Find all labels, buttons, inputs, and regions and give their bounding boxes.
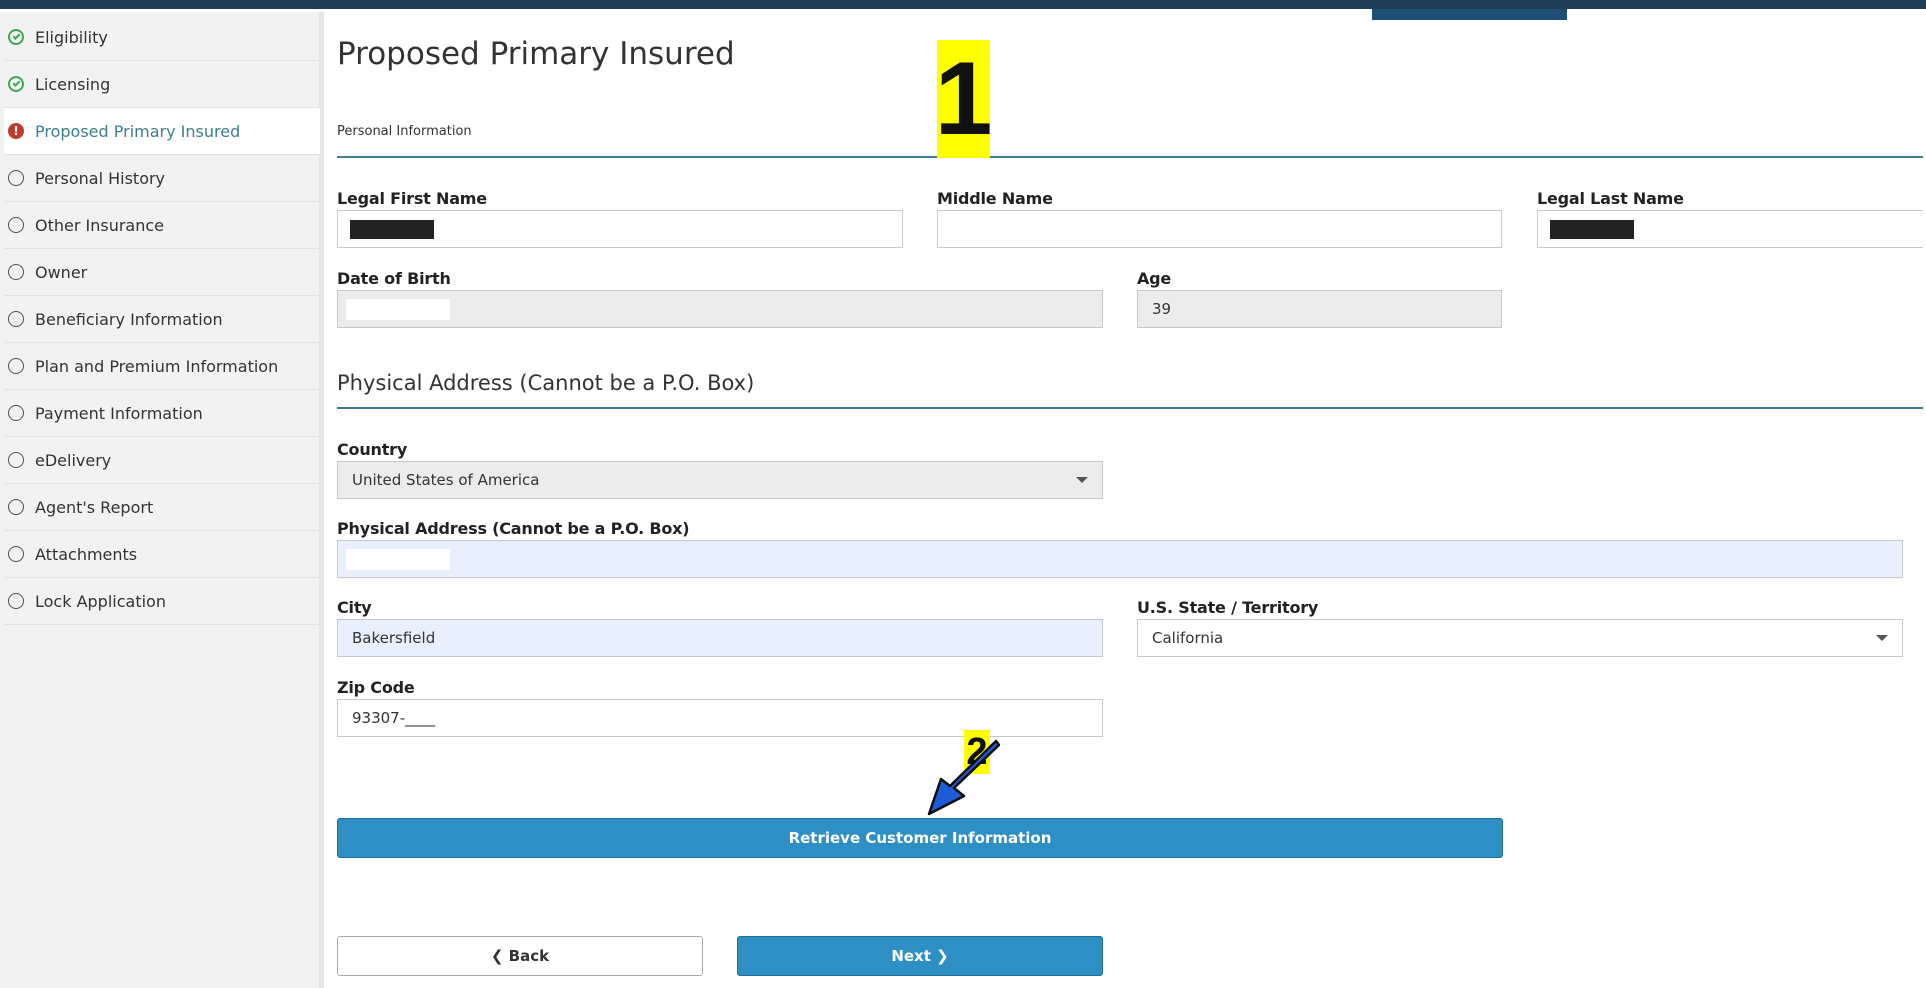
redaction-mark (346, 299, 450, 320)
sidebar-item-personal-history[interactable]: Personal History (4, 155, 320, 202)
sidebar-item-label: Agent's Report (35, 497, 154, 517)
sidebar-item-agents-report[interactable]: Agent's Report (4, 484, 320, 531)
redaction-mark (350, 220, 434, 239)
middle-name-label: Middle Name (937, 189, 1053, 208)
empty-circle-icon (8, 264, 24, 280)
sidebar-item-lock-application[interactable]: Lock Application (4, 578, 320, 625)
empty-circle-icon (8, 311, 24, 327)
sidebar-item-edelivery[interactable]: eDelivery (4, 437, 320, 484)
sidebar-item-licensing[interactable]: Licensing (4, 61, 320, 108)
dob-input (337, 290, 1103, 328)
caret-down-icon (1076, 477, 1088, 483)
country-label: Country (337, 440, 408, 459)
city-label: City (337, 598, 372, 617)
sidebar-item-label: Attachments (35, 544, 138, 564)
country-selected-value: United States of America (352, 471, 540, 489)
section-subtitle: Personal Information (337, 124, 472, 139)
sidebar-item-other-insurance[interactable]: Other Insurance (4, 202, 320, 249)
sidebar: Eligibility Licensing ! Proposed Primary… (0, 12, 324, 988)
sidebar-item-payment-information[interactable]: Payment Information (4, 390, 320, 437)
empty-circle-icon (8, 546, 24, 562)
top-bar (0, 0, 1926, 20)
sidebar-item-label: Plan and Premium Information (35, 356, 279, 376)
street-address-label: Physical Address (Cannot be a P.O. Box) (337, 519, 690, 538)
sidebar-item-label: Proposed Primary Insured (35, 121, 241, 141)
age-label: Age (1137, 269, 1172, 288)
sidebar-item-label: Personal History (35, 168, 166, 188)
last-name-label: Legal Last Name (1537, 189, 1684, 208)
sidebar-item-label: Beneficiary Information (35, 309, 223, 329)
first-name-label: Legal First Name (337, 189, 487, 208)
sidebar-item-attachments[interactable]: Attachments (4, 531, 320, 578)
sidebar-item-proposed-primary-insured[interactable]: ! Proposed Primary Insured (4, 108, 320, 155)
state-label: U.S. State / Territory (1137, 598, 1319, 617)
dob-label: Date of Birth (337, 269, 451, 288)
empty-circle-icon (8, 170, 24, 186)
retrieve-customer-information-button[interactable]: Retrieve Customer Information (337, 818, 1503, 858)
empty-circle-icon (8, 593, 24, 609)
middle-name-input[interactable] (937, 210, 1502, 248)
empty-circle-icon (8, 358, 24, 374)
sidebar-item-owner[interactable]: Owner (4, 249, 320, 296)
sidebar-item-label: Payment Information (35, 403, 203, 423)
sidebar-item-label: eDelivery (35, 450, 112, 470)
next-button[interactable]: Next ❯ (737, 936, 1103, 976)
address-divider (337, 407, 1923, 409)
annotation-arrow-icon (927, 739, 1000, 816)
top-bar-active-tab[interactable] (1372, 9, 1567, 20)
last-name-input[interactable] (1537, 210, 1923, 248)
empty-circle-icon (8, 405, 24, 421)
sidebar-item-label: Owner (35, 262, 88, 282)
annotation-step-1: 1 (934, 40, 993, 158)
empty-circle-icon (8, 217, 24, 233)
empty-circle-icon (8, 452, 24, 468)
state-select[interactable]: California (1137, 619, 1903, 657)
empty-circle-icon (8, 499, 24, 515)
state-selected-value: California (1152, 629, 1224, 647)
sidebar-item-label: Lock Application (35, 591, 166, 611)
sidebar-item-plan-and-premium-information[interactable]: Plan and Premium Information (4, 343, 320, 390)
sidebar-item-label: Other Insurance (35, 215, 165, 235)
sidebar-item-beneficiary-information[interactable]: Beneficiary Information (4, 296, 320, 343)
check-circle-icon (8, 76, 24, 92)
country-select[interactable]: United States of America (337, 461, 1103, 499)
sidebar-item-eligibility[interactable]: Eligibility (4, 14, 320, 61)
page-title: Proposed Primary Insured (337, 36, 735, 72)
redaction-mark (1550, 220, 1634, 239)
first-name-input[interactable] (337, 210, 903, 248)
back-button[interactable]: ❮ Back (337, 936, 703, 976)
street-address-input[interactable] (337, 540, 1903, 578)
address-section-heading: Physical Address (Cannot be a P.O. Box) (337, 371, 755, 395)
zip-label: Zip Code (337, 678, 415, 697)
age-input: 39 (1137, 290, 1502, 328)
section-divider (337, 156, 1923, 158)
city-input[interactable]: Bakersfield (337, 619, 1103, 657)
redaction-mark (346, 549, 450, 570)
sidebar-item-label: Licensing (35, 74, 111, 94)
sidebar-item-label: Eligibility (35, 27, 108, 47)
check-circle-icon (8, 29, 24, 45)
exclamation-circle-icon: ! (8, 123, 24, 139)
caret-down-icon (1876, 635, 1888, 641)
